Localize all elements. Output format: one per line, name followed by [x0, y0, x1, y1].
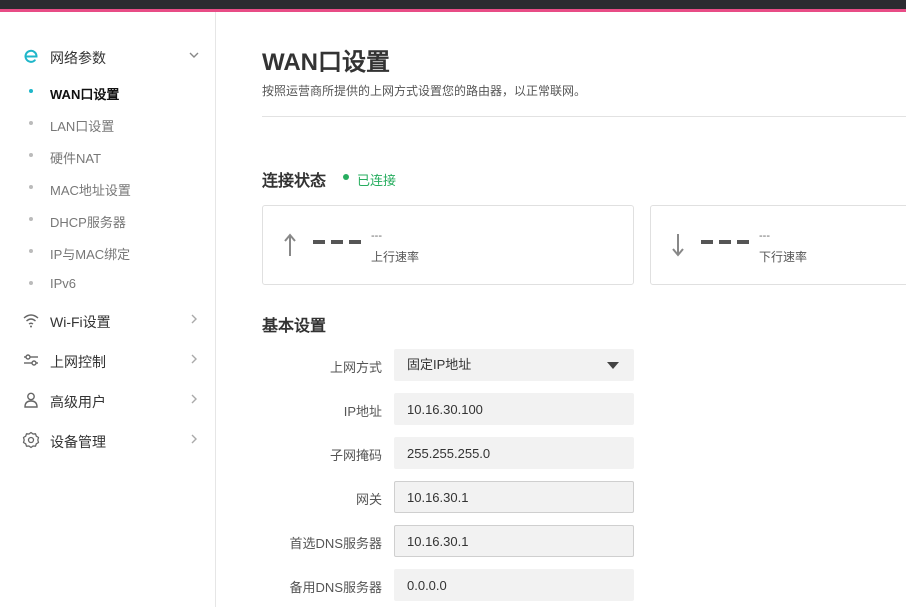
gateway-input[interactable]: [394, 481, 634, 513]
primary-dns-input[interactable]: [394, 525, 634, 557]
rate-placeholder-dashes: [313, 240, 361, 244]
form-row-secondary-dns: 备用DNS服务器: [217, 569, 906, 601]
sidebar-item-dhcp[interactable]: DHCP服务器: [0, 206, 216, 234]
chevron-down-icon: [189, 52, 199, 58]
bullet-dot: [29, 153, 33, 157]
bullet-dot: [29, 185, 33, 189]
chevron-right-icon: [191, 394, 197, 404]
download-rate-value: ---: [759, 230, 770, 242]
field-label: 网关: [355, 492, 382, 507]
sidebar-item-ipv6[interactable]: IPv6: [0, 270, 216, 298]
sidebar-item-wan[interactable]: WAN口设置: [0, 78, 216, 106]
sidebar-item-label: IP与MAC绑定: [50, 247, 131, 262]
sidebar-group-label: 网络参数: [50, 50, 106, 66]
sidebar: 网络参数 WAN口设置 LAN口设置 硬件NAT MAC地址设置 DHCP服务器…: [0, 12, 216, 607]
sidebar-item-label: LAN口设置: [50, 119, 115, 134]
sidebar-item-label: 硬件NAT: [50, 151, 102, 166]
bullet-dot: [29, 249, 33, 253]
arrow-up-icon: [284, 233, 296, 256]
download-rate-label: 下行速率: [759, 250, 808, 264]
upload-rate-label: 上行速率: [371, 250, 420, 264]
page-description: 按照运营商所提供的上网方式设置您的路由器，以正常联网。: [262, 84, 587, 98]
main-content: WAN口设置 按照运营商所提供的上网方式设置您的路由器，以正常联网。 连接状态 …: [217, 12, 906, 607]
sidebar-item-label: IPv6: [50, 276, 77, 291]
dropdown-caret-icon[interactable]: [607, 362, 619, 369]
wifi-icon: [23, 314, 39, 328]
basic-settings-title: 基本设置: [262, 318, 327, 335]
page-title: WAN口设置: [262, 49, 390, 76]
field-label: 首选DNS服务器: [289, 536, 382, 551]
form-row-primary-dns: 首选DNS服务器: [217, 525, 906, 557]
sidebar-group-device-management[interactable]: 设备管理: [0, 425, 216, 455]
sidebar-group-access-control[interactable]: 上网控制: [0, 345, 216, 375]
sidebar-group-advanced-user[interactable]: 高级用户: [0, 385, 216, 415]
bullet-dot: [29, 281, 33, 285]
network-e-icon: [24, 49, 38, 63]
chevron-right-icon: [191, 314, 197, 324]
connection-type-select[interactable]: 固定IP地址: [394, 349, 634, 381]
field-label: 子网掩码: [329, 448, 382, 463]
sidebar-group-label: Wi-Fi设置: [50, 314, 111, 330]
rate-placeholder-dashes: [701, 240, 749, 244]
sidebar-item-label: MAC地址设置: [50, 183, 131, 198]
chevron-right-icon: [191, 434, 197, 444]
field-label: 备用DNS服务器: [289, 580, 382, 595]
form-row-ip-address: IP地址: [217, 393, 906, 425]
field-label: 上网方式: [329, 360, 382, 375]
form-row-connection-type: 上网方式 固定IP地址: [217, 349, 906, 381]
sidebar-item-ip-mac-binding[interactable]: IP与MAC绑定: [0, 238, 216, 266]
status-indicator-dot: [343, 174, 349, 180]
upload-rate-card: --- 上行速率: [262, 205, 634, 285]
secondary-dns-input[interactable]: [394, 569, 634, 601]
form-row-subnet-mask: 子网掩码: [217, 437, 906, 469]
bullet-dot: [29, 121, 33, 125]
connection-status-title: 连接状态: [262, 173, 327, 190]
download-rate-card: --- 下行速率: [650, 205, 906, 285]
form-row-gateway: 网关: [217, 481, 906, 513]
sidebar-group-label: 上网控制: [50, 354, 106, 370]
sidebar-item-label: WAN口设置: [50, 87, 120, 102]
field-label: IP地址: [343, 404, 382, 419]
chevron-right-icon: [191, 354, 197, 364]
arrow-down-icon: [672, 234, 684, 257]
header-divider: [262, 116, 906, 117]
upload-rate-value: ---: [371, 230, 382, 242]
bullet-dot: [29, 217, 33, 221]
sidebar-group-network[interactable]: 网络参数: [0, 41, 216, 71]
subnet-mask-input[interactable]: [394, 437, 634, 469]
gear-icon: [22, 431, 40, 449]
top-bar: [0, 0, 906, 12]
user-icon: [24, 392, 38, 408]
active-indicator-dot: [29, 89, 33, 93]
sidebar-item-hardware-nat[interactable]: 硬件NAT: [0, 142, 216, 170]
sidebar-group-label: 设备管理: [50, 434, 106, 450]
sliders-icon: [24, 354, 38, 366]
connection-status-text: 已连接: [357, 173, 397, 188]
sidebar-item-lan[interactable]: LAN口设置: [0, 110, 216, 138]
sidebar-group-label: 高级用户: [50, 394, 106, 410]
sidebar-item-mac-address[interactable]: MAC地址设置: [0, 174, 216, 202]
ip-address-input[interactable]: [394, 393, 634, 425]
sidebar-group-wifi[interactable]: Wi-Fi设置: [0, 305, 216, 335]
sidebar-item-label: DHCP服务器: [50, 215, 126, 230]
